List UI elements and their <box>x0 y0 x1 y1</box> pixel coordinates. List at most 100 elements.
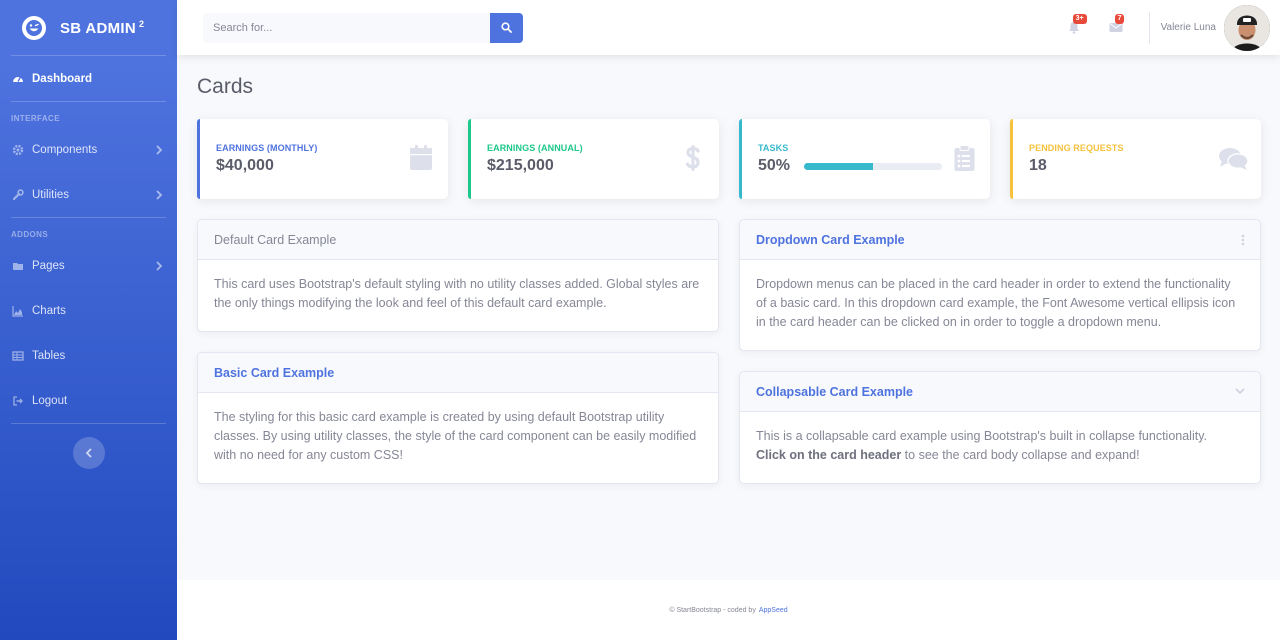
sidebar-item-label: Logout <box>32 394 68 407</box>
footer: © StartBootstrap - coded by AppSeed <box>177 580 1280 640</box>
card-body: This is a collapsable card example using… <box>740 412 1260 483</box>
sidebar-item-dashboard[interactable]: Dashboard <box>0 56 177 101</box>
stat-label: Earnings (Annual) <box>487 143 583 153</box>
sidebar-item-label: Tables <box>32 349 66 362</box>
search-button[interactable] <box>490 12 523 43</box>
topbar-right: 3+ 7 Valerie Luna <box>1053 0 1270 55</box>
sidebar-divider <box>11 423 166 424</box>
wrench-icon <box>11 188 24 201</box>
card-header: Dropdown Card Example <box>740 220 1260 260</box>
card-body: This card uses Bootstrap's default styli… <box>214 277 700 310</box>
sidebar-item-label: Dashboard <box>32 72 93 85</box>
ellipsis-vertical-icon[interactable] <box>1241 234 1245 246</box>
progress-fill <box>804 162 874 170</box>
chevron-right-icon <box>156 189 163 200</box>
sidebar-heading-addons: Addons <box>11 230 49 239</box>
card-header: Default Card Example <box>198 220 718 260</box>
search-icon <box>501 22 512 33</box>
stat-value: $215,000 <box>487 157 554 174</box>
card-body-text: This is a collapsable card example using… <box>756 429 1208 443</box>
stat-card-earnings-annual: Earnings (Annual) $215,000 <box>468 119 719 199</box>
card-body-bold: Click on the card header <box>756 448 902 462</box>
card-body: The styling for this basic card example … <box>214 410 697 462</box>
sidebar-item-logout[interactable]: Logout <box>0 378 177 423</box>
sidebar-toggle-button[interactable] <box>72 437 105 469</box>
stat-value: $40,000 <box>216 157 274 174</box>
avatar[interactable] <box>1224 4 1270 51</box>
stat-label: Pending Requests <box>1029 143 1124 153</box>
chevron-down-icon <box>1235 388 1245 395</box>
cards-columns: Default Card Example This card uses Boot… <box>197 219 1261 504</box>
right-column: Dropdown Card Example Dropdown menus can… <box>739 219 1261 504</box>
page-title: Cards <box>197 75 254 98</box>
tachometer-icon <box>11 72 24 85</box>
topbar: 3+ 7 Valerie Luna <box>177 0 1280 55</box>
clipboard-list-icon <box>954 145 975 171</box>
search-form <box>203 12 523 43</box>
card-body: Dropdown menus can be placed in the card… <box>756 277 1236 329</box>
messages-dropdown[interactable]: 7 <box>1106 13 1126 38</box>
alerts-dropdown[interactable]: 3+ <box>1064 13 1087 38</box>
left-column: Default Card Example This card uses Boot… <box>197 219 719 504</box>
user-name[interactable]: Valerie Luna <box>1161 22 1216 33</box>
sidebar-divider <box>11 101 166 102</box>
chart-area-icon <box>11 304 24 317</box>
stat-card-earnings-monthly: Earnings (Monthly) $40,000 <box>197 119 448 199</box>
chevron-right-icon <box>156 260 163 271</box>
stat-label: Earnings (Monthly) <box>216 143 318 153</box>
card-accent-border <box>468 119 471 199</box>
comments-icon <box>1219 148 1249 170</box>
sidebar-item-pages[interactable]: Pages <box>0 243 177 288</box>
dollar-icon <box>685 145 700 171</box>
sidebar-item-label: Utilities <box>32 188 70 201</box>
laugh-wink-icon <box>22 15 46 40</box>
envelope-icon <box>1109 23 1123 32</box>
brand-name: SB Admin 2 <box>60 18 145 37</box>
card-accent-border <box>739 119 742 199</box>
brand[interactable]: SB Admin 2 <box>0 0 177 55</box>
basic-card: Basic Card Example The styling for this … <box>197 352 719 484</box>
sidebar-item-label: Pages <box>32 259 65 272</box>
collapsable-card-header[interactable]: Collapsable Card Example <box>740 372 1260 412</box>
stat-value: 18 <box>1029 157 1047 174</box>
card-body-text: to see the card body collapse and expand… <box>904 448 1140 462</box>
chevron-right-icon <box>156 144 163 155</box>
folder-icon <box>11 259 24 272</box>
calendar-icon <box>410 145 432 170</box>
search-input[interactable] <box>203 12 490 43</box>
dropdown-card: Dropdown Card Example Dropdown menus can… <box>739 219 1261 351</box>
main-content: Cards Earnings (Monthly) $40,000 Earning… <box>197 55 1261 504</box>
copyright-text: © StartBootstrap - coded by <box>669 606 756 614</box>
card-title: Dropdown Card Example <box>756 232 905 247</box>
tasks-progress-bar <box>804 162 943 170</box>
card-title: Default Card Example <box>214 232 337 247</box>
card-accent-border <box>197 119 200 199</box>
footer-link[interactable]: AppSeed <box>759 607 788 614</box>
sidebar-divider <box>11 217 166 218</box>
sidebar-item-label: Components <box>32 143 98 156</box>
collapsable-card: Collapsable Card Example This is a colla… <box>739 371 1261 484</box>
topbar-divider <box>1148 11 1150 44</box>
default-card: Default Card Example This card uses Boot… <box>197 219 719 332</box>
chevron-left-icon <box>85 448 92 458</box>
sidebar-item-tables[interactable]: Tables <box>0 333 177 378</box>
card-header: Basic Card Example <box>198 353 718 393</box>
sidebar-heading-interface: Interface <box>11 114 60 123</box>
sign-out-icon <box>11 394 24 407</box>
card-accent-border <box>1010 119 1013 199</box>
messages-badge: 7 <box>1114 13 1125 24</box>
alerts-badge: 3+ <box>1072 13 1087 24</box>
sidebar-item-utilities[interactable]: Utilities <box>0 172 177 217</box>
cog-icon <box>11 143 24 156</box>
card-title: Basic Card Example <box>214 365 335 380</box>
table-icon <box>11 349 24 362</box>
stat-label: Tasks <box>758 143 789 153</box>
stat-card-pending-requests: Pending Requests 18 <box>1010 119 1261 199</box>
card-title: Collapsable Card Example <box>756 384 914 399</box>
sidebar: SB Admin 2 Dashboard Interface Components… <box>0 0 177 640</box>
sidebar-item-charts[interactable]: Charts <box>0 288 177 333</box>
sidebar-item-components[interactable]: Components <box>0 127 177 172</box>
stat-card-tasks: Tasks 50% <box>739 119 990 199</box>
stat-cards-row: Earnings (Monthly) $40,000 Earnings (Ann… <box>197 119 1261 199</box>
sidebar-item-label: Charts <box>32 304 66 317</box>
